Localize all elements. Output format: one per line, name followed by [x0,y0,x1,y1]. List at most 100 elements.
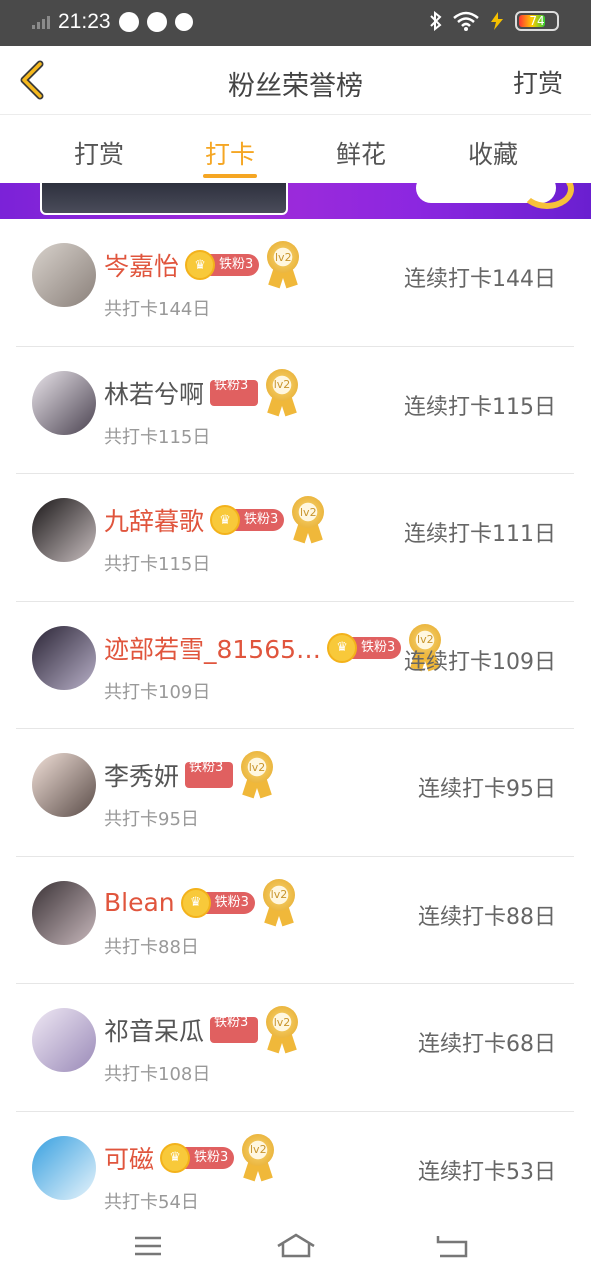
total-checkins: 共打卡95日 [104,809,199,830]
medal-level: lv2 [242,1133,275,1166]
total-checkins: 共打卡88日 [104,936,199,958]
tab-flowers[interactable]: 鲜花 [321,135,401,171]
streak-checkins: 连续打卡144日 [404,267,556,292]
fan-name[interactable]: Blean [104,888,175,917]
notification-icon [146,12,167,32]
fan-name[interactable]: 林若兮啊 [104,375,204,411]
fan-level-label: 铁粉3 [210,379,259,406]
total-checkins: 共打卡115日 [104,426,211,448]
fan-name[interactable]: 九辞暮歌 [104,502,204,538]
home-icon[interactable] [276,1232,316,1260]
tab-favorites[interactable]: 收藏 [453,135,533,171]
streak-checkins: 连续打卡95日 [418,777,556,802]
streak-checkins: 连续打卡109日 [404,649,556,675]
moon-icon [520,183,574,209]
fan-row[interactable]: 祁音呆瓜 铁粉3 lv2 共打卡108日 连续打卡68日 [16,984,574,1112]
fan-list: 岑嘉怡 ♛ 铁粉3 lv2 共打卡144日 连续打卡144日 林若兮啊 铁粉3 … [16,219,574,1239]
streak-checkins: 连续打卡53日 [418,1159,556,1185]
name-line: 祁音呆瓜 铁粉3 lv2 [104,1006,300,1054]
tip-button[interactable]: 打赏 [513,64,563,100]
medal-level: lv2 [266,1006,299,1038]
crown-icon: ♛ [185,250,216,280]
status-left: 21:23 [32,10,193,34]
crown-icon: ♛ [180,887,211,918]
fan-level-badge: ♛ 铁粉3 [185,250,260,280]
medal-level: lv2 [266,368,299,401]
fan-row[interactable]: Blean ♛ 铁粉3 lv2 共打卡88日 连续打卡88日 [16,857,574,984]
fan-level-label: 铁粉3 [210,1017,259,1043]
fan-row[interactable]: 岑嘉怡 ♛ 铁粉3 lv2 共打卡144日 连续打卡144日 [16,219,574,347]
medal-icon: lv2 [239,751,275,799]
fan-name[interactable]: 可磁 [104,1140,154,1176]
page-title: 粉丝荣誉榜 [228,71,363,102]
bluetooth-icon [430,11,442,31]
avatar[interactable] [32,370,96,435]
name-line: 李秀妍 铁粉3 lv2 [104,751,275,799]
total-checkins: 共打卡115日 [104,554,211,575]
name-line: 林若兮啊 铁粉3 lv2 [104,368,300,417]
streak-checkins: 连续打卡115日 [404,394,556,420]
fan-name[interactable]: 迹部若雪_81565… [104,630,321,666]
fan-row[interactable]: 迹部若雪_81565… ♛ 铁粉3 lv2 共打卡109日 连续打卡109日 [16,602,574,729]
tab-checkin[interactable]: 打卡 [190,135,270,171]
fan-name[interactable]: 岑嘉怡 [104,247,179,283]
avatar[interactable] [32,243,96,307]
streak-checkins: 连续打卡88日 [418,904,556,930]
fan-row[interactable]: 林若兮啊 铁粉3 lv2 共打卡115日 连续打卡115日 [16,347,574,474]
battery-icon: 74 [515,11,559,31]
name-line: Blean ♛ 铁粉3 lv2 [104,878,297,927]
medal-icon: lv2 [290,496,326,544]
fan-row[interactable]: 九辞暮歌 ♛ 铁粉3 lv2 共打卡115日 连续打卡111日 [16,474,574,602]
medal-icon: lv2 [240,1133,276,1182]
fan-level-badge: ♛ 铁粉3 [327,632,402,663]
name-line: 可磁 ♛ 铁粉3 lv2 [104,1133,276,1182]
total-checkins: 共打卡109日 [104,681,211,703]
avatar[interactable] [32,1008,96,1072]
system-nav-bar [0,1214,591,1280]
tab-tip[interactable]: 打赏 [59,135,139,171]
crown-icon: ♛ [210,505,241,535]
fan-name[interactable]: 李秀妍 [104,757,179,793]
streak-checkins: 连续打卡111日 [404,522,556,547]
fan-name[interactable]: 祁音呆瓜 [104,1012,204,1048]
alarm-icon [174,13,193,31]
avatar[interactable] [32,498,96,562]
menu-icon[interactable] [128,1232,168,1260]
medal-level: lv2 [267,241,300,273]
wechat-icon [118,12,139,32]
name-line: 岑嘉怡 ♛ 铁粉3 lv2 [104,241,301,289]
avatar[interactable] [32,625,96,690]
total-checkins: 共打卡108日 [104,1064,211,1085]
promo-banner[interactable] [0,183,591,219]
status-time: 21:23 [58,10,111,33]
medal-level: lv2 [241,751,274,783]
name-line: 迹部若雪_81565… ♛ 铁粉3 lv2 [104,623,443,672]
tab-bar: 打赏 打卡 鲜花 收藏 [0,115,591,183]
streak-checkins: 连续打卡68日 [418,1032,556,1057]
total-checkins: 共打卡54日 [104,1191,199,1213]
signal-icon [32,15,50,29]
name-line: 九辞暮歌 ♛ 铁粉3 lv2 [104,496,326,544]
fan-level-badge: ♛ 铁粉3 [160,1142,235,1173]
crown-icon: ♛ [160,1142,191,1173]
avatar[interactable] [32,753,96,817]
fan-row[interactable]: 李秀妍 铁粉3 lv2 共打卡95日 连续打卡95日 [16,729,574,857]
medal-level: lv2 [262,878,295,911]
medal-icon: lv2 [261,878,297,927]
medal-level: lv2 [292,496,325,528]
fan-level-label: 铁粉3 [185,762,234,788]
charging-icon [491,12,503,30]
back-nav-icon[interactable] [432,1232,472,1260]
crown-icon: ♛ [327,632,358,663]
medal-icon: lv2 [264,1006,300,1054]
status-right: 74 [429,11,559,31]
banner-image [40,183,288,215]
fan-level-badge: ♛ 铁粉3 [180,887,255,918]
battery-level: 74 [529,14,545,28]
avatar[interactable] [32,1135,96,1200]
tab-active-indicator [203,174,257,178]
wifi-icon [453,11,479,31]
avatar[interactable] [32,880,96,945]
header: 粉丝荣誉榜 打赏 [0,46,591,115]
status-bar: 21:23 74 [0,0,591,46]
